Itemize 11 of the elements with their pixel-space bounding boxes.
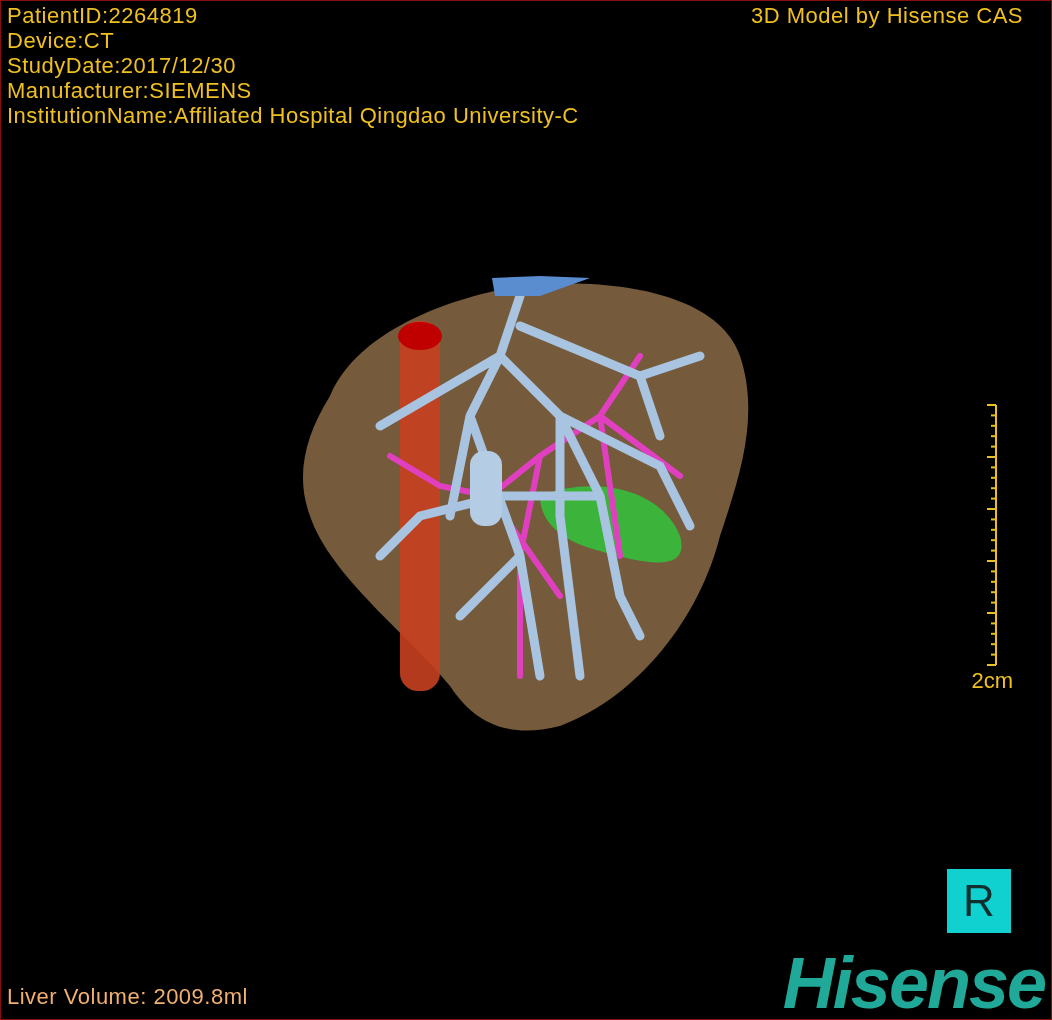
brand-logo: Hisense bbox=[782, 951, 1045, 1015]
orientation-marker: R bbox=[947, 869, 1011, 933]
patient-info-text: Manufacturer:SIEMENS bbox=[7, 78, 253, 103]
patient-info-text: InstitutionName:Affiliated Hospital Qingdao University-C bbox=[7, 103, 579, 128]
scale-label: 2cm bbox=[971, 668, 1013, 693]
scale-ruler-icon bbox=[986, 404, 999, 666]
patient-info-text: StudyDate:2017/12/30 bbox=[7, 53, 237, 78]
liver-volume-text: Liver Volume: 2009.8ml bbox=[7, 984, 248, 1009]
patient-info-text: PatientID:2264819 bbox=[7, 3, 199, 28]
viewer-title: 3D Model by Hisense CAS bbox=[751, 3, 1024, 28]
patient-info-text: Device:CT bbox=[7, 28, 116, 53]
